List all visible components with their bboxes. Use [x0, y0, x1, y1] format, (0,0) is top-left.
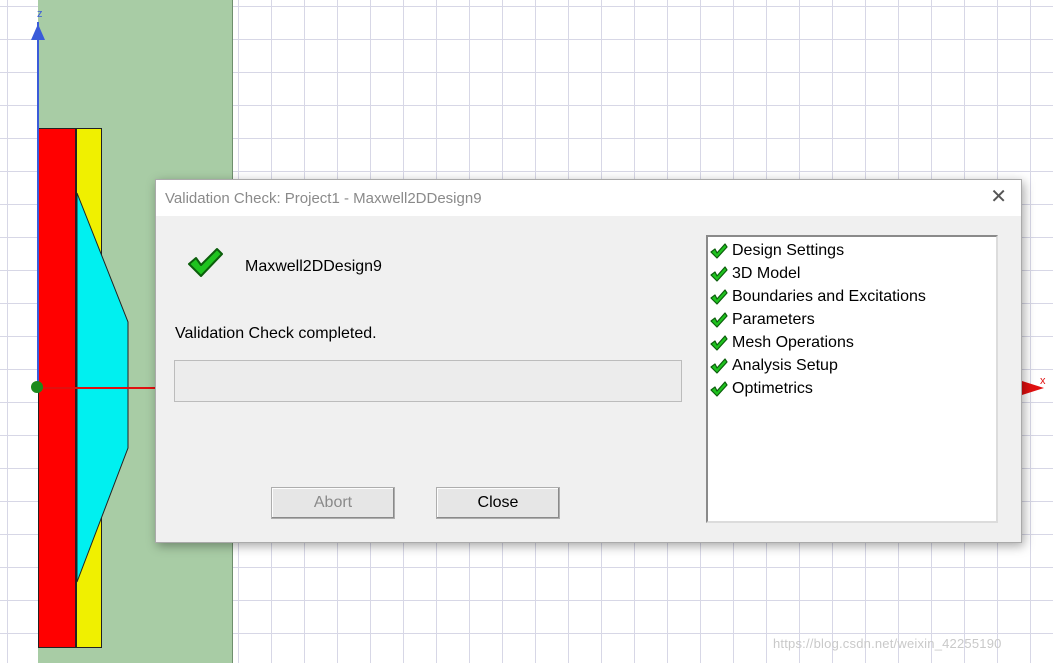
checkmark-icon	[710, 311, 728, 328]
list-item: Optimetrics	[708, 377, 996, 400]
list-item: Parameters	[708, 308, 996, 331]
list-item-label: Analysis Setup	[732, 356, 838, 374]
close-icon[interactable]: ✕	[990, 187, 1007, 207]
z-axis-label: z	[37, 8, 43, 20]
list-item-label: Parameters	[732, 310, 815, 328]
list-item: Design Settings	[708, 239, 996, 262]
green-checkmark-icon	[188, 248, 223, 277]
progress-bar	[174, 360, 682, 402]
dialog-title: Validation Check: Project1 - Maxwell2DDe…	[165, 190, 482, 207]
design-name: Maxwell2DDesign9	[245, 258, 382, 275]
checkmark-icon	[710, 357, 728, 374]
checkmark-icon	[710, 334, 728, 351]
validation-check-dialog: Validation Check: Project1 - Maxwell2DDe…	[155, 179, 1022, 543]
list-item: Analysis Setup	[708, 354, 996, 377]
checkmark-icon	[710, 242, 728, 259]
checkmark-icon	[710, 288, 728, 305]
list-item-label: Design Settings	[732, 241, 845, 259]
close-button[interactable]: Close	[436, 487, 560, 519]
watermark: https://blog.csdn.net/weixin_42255190	[773, 636, 1002, 651]
status-text: Validation Check completed.	[175, 325, 377, 342]
list-item-label: Mesh Operations	[732, 333, 854, 351]
z-axis-arrow-icon	[31, 24, 45, 40]
checkmark-icon	[710, 380, 728, 397]
validation-check-list[interactable]: Design Settings 3D Model Boundaries and …	[706, 235, 998, 523]
list-item-label: Optimetrics	[732, 379, 813, 397]
title-bar[interactable]: Validation Check: Project1 - Maxwell2DDe…	[156, 180, 1021, 216]
x-axis-label: x	[1040, 375, 1046, 387]
list-item-label: Boundaries and Excitations	[732, 287, 926, 305]
list-item: 3D Model	[708, 262, 996, 285]
checkmark-icon	[710, 265, 728, 282]
abort-button[interactable]: Abort	[271, 487, 395, 519]
list-item-label: 3D Model	[732, 264, 801, 282]
list-item: Mesh Operations	[708, 331, 996, 354]
origin-marker-icon	[31, 381, 43, 393]
z-axis	[37, 22, 39, 388]
list-item: Boundaries and Excitations	[708, 285, 996, 308]
